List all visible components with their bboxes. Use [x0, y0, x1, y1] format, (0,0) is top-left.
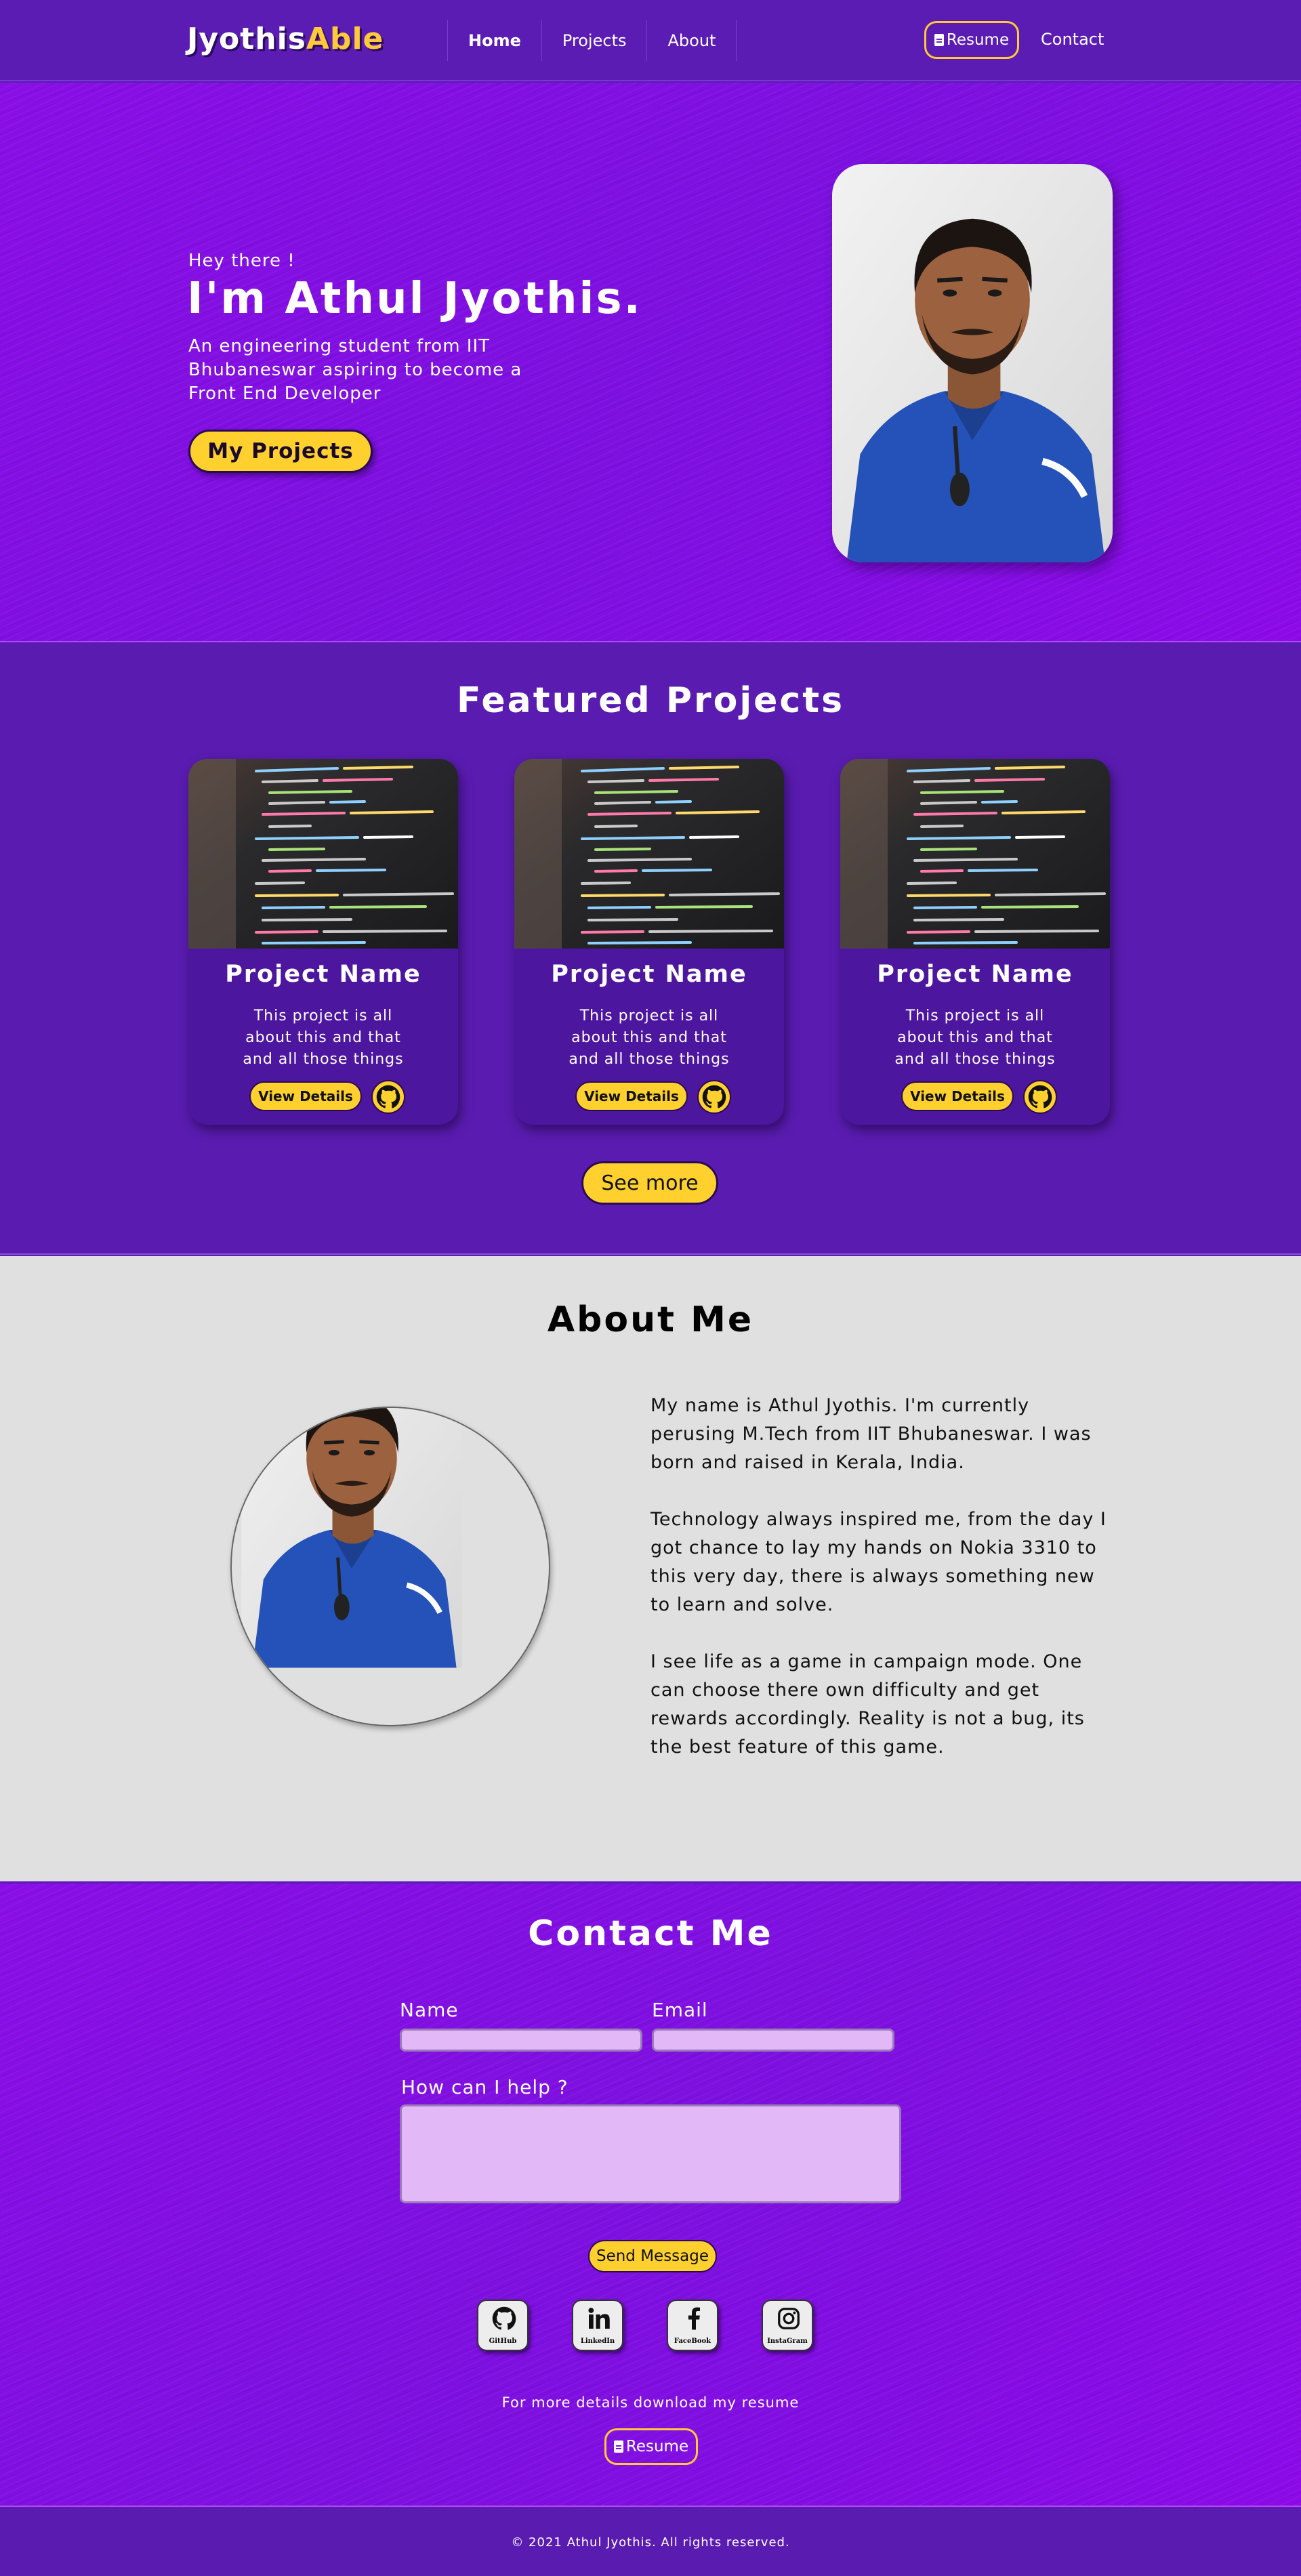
message-label: How can I help ? — [401, 2076, 569, 2098]
view-details-button[interactable]: View Details — [249, 1081, 362, 1111]
hero-section: Hey there ! I'm Athul Jyothis. An engine… — [0, 83, 1301, 642]
github-icon[interactable] — [1023, 1080, 1057, 1114]
top-navbar: JyothisAble Home Projects About Resume C… — [0, 0, 1301, 81]
document-icon — [934, 34, 944, 46]
see-more-button[interactable]: See more — [581, 1161, 718, 1205]
project-card-title: Project Name — [225, 961, 421, 988]
hero-profile-photo — [832, 164, 1113, 562]
social-linkedin-button[interactable]: LinkedIn — [572, 2300, 623, 2351]
resume-note: For more details download my resume — [501, 2394, 800, 2411]
send-message-button[interactable]: Send Message — [588, 2240, 717, 2272]
nav-link-home[interactable]: Home — [447, 20, 541, 61]
social-label: FaceBook — [674, 2338, 711, 2345]
nav-link-projects[interactable]: Projects — [541, 20, 647, 61]
about-paragraph: I see life as a game in campaign mode. O… — [650, 1651, 1085, 1758]
project-card-description: This project is all about this and that … — [243, 1007, 404, 1068]
hero-greeting: Hey there ! — [188, 251, 295, 271]
about-section: About Me My name is Athul Jyothis. I'm c… — [0, 1256, 1301, 1882]
resume-label: Resume — [946, 31, 1010, 49]
project-card-description: This project is all about this and that … — [569, 1007, 730, 1068]
social-label: GitHub — [489, 2338, 517, 2345]
projects-title: Featured Projects — [456, 680, 845, 721]
logo-part-2: Able — [306, 22, 384, 56]
name-label: Name — [400, 1999, 459, 2021]
contact-title: Contact Me — [528, 1913, 773, 1954]
facebook-icon — [688, 2307, 700, 2330]
resume-label: Resume — [625, 2438, 689, 2455]
nav-links: Home Projects About — [447, 20, 737, 61]
social-facebook-button[interactable]: FaceBook — [667, 2300, 718, 2351]
project-card-description: This project is all about this and that … — [894, 1007, 1056, 1068]
about-profile-photo — [230, 1407, 550, 1726]
nav-link-about[interactable]: About — [646, 20, 737, 61]
github-icon[interactable] — [697, 1080, 731, 1114]
email-field[interactable] — [652, 2029, 894, 2052]
download-resume-button[interactable]: Resume — [604, 2428, 698, 2465]
instagram-icon — [778, 2308, 800, 2329]
project-card-title: Project Name — [551, 961, 747, 988]
view-details-button[interactable]: View Details — [575, 1081, 688, 1111]
message-textarea[interactable] — [400, 2104, 901, 2203]
footer: © 2021 Athul Jyothis. All rights reserve… — [0, 2508, 1301, 2576]
project-card-title: Project Name — [877, 961, 1073, 988]
nav-link-contact[interactable]: Contact — [1041, 30, 1104, 49]
project-card: Project Name This project is all about t… — [514, 759, 784, 1125]
copyright-text: © 2021 Athul Jyothis. All rights reserve… — [511, 2535, 790, 2550]
projects-section: Featured Projects Project Name This proj… — [0, 644, 1301, 1255]
project-card: Project Name This project is all about t… — [188, 759, 458, 1125]
social-label: LinkedIn — [580, 2338, 615, 2345]
contact-section: Contact Me Name Email How can I help ? S… — [0, 1884, 1301, 2507]
name-field[interactable] — [400, 2029, 642, 2052]
project-thumbnail — [840, 759, 1110, 949]
email-label: Email — [652, 1999, 708, 2021]
linkedin-icon — [588, 2308, 610, 2329]
social-instagram-button[interactable]: InstaGram — [762, 2300, 813, 2351]
site-logo[interactable]: JyothisAble — [187, 22, 384, 56]
github-icon — [492, 2306, 516, 2331]
resume-button[interactable]: Resume — [924, 21, 1019, 59]
hero-heading: I'm Athul Jyothis. — [187, 274, 642, 324]
social-label: InstaGram — [767, 2338, 808, 2345]
project-thumbnail — [188, 759, 458, 949]
hero-description: An engineering student from IIT Bhubanes… — [188, 336, 522, 404]
about-text: My name is Athul Jyothis. I'm currently … — [650, 1392, 1118, 1790]
about-title: About Me — [547, 1300, 754, 1340]
about-paragraph: My name is Athul Jyothis. I'm currently … — [650, 1395, 1092, 1473]
logo-part-1: Jyothis — [187, 22, 306, 56]
project-card: Project Name This project is all about t… — [840, 759, 1110, 1125]
document-icon — [613, 2440, 623, 2453]
about-paragraph: Technology always inspired me, from the … — [650, 1509, 1107, 1615]
view-details-button[interactable]: View Details — [901, 1081, 1014, 1111]
my-projects-button[interactable]: My Projects — [188, 430, 373, 473]
social-github-button[interactable]: GitHub — [477, 2300, 529, 2351]
github-icon[interactable] — [371, 1080, 405, 1114]
project-thumbnail — [514, 759, 784, 949]
